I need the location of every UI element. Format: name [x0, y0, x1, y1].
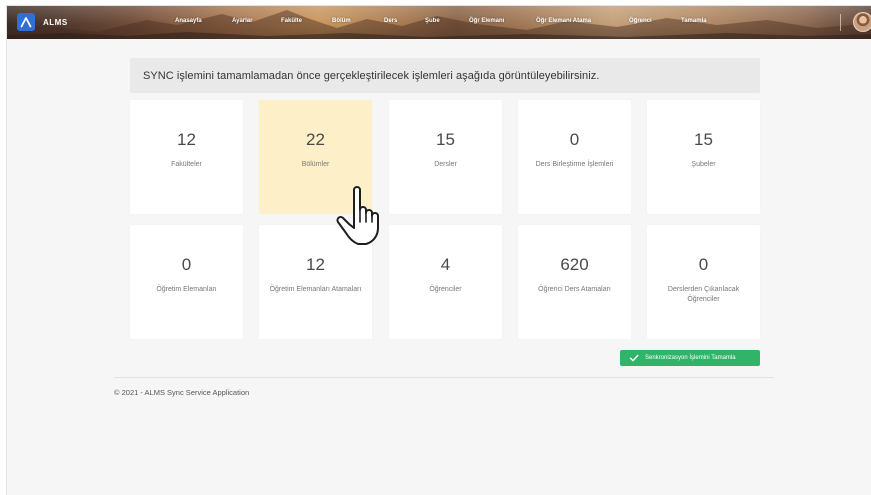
alms-logo-icon [17, 13, 35, 31]
stat-value: 15 [694, 130, 713, 149]
stat-label: Öğretim Elemanları [156, 286, 217, 293]
nav-item-tamamla[interactable]: Tamamla [681, 18, 707, 24]
stat-card-fakulteler[interactable]: 12 Fakülteler [130, 100, 243, 214]
nav-item-ders[interactable]: Ders [384, 18, 397, 24]
stat-card-subeler[interactable]: 15 Şubeler [647, 100, 760, 214]
stat-value: 0 [569, 130, 580, 149]
nav-item-bolum[interactable]: Bölüm [332, 18, 351, 24]
stat-card-ogrenci-ders-atamalari[interactable]: 620 Öğrenci Ders Atamaları [518, 225, 631, 339]
footer-text: © 2021 - ALMS Sync Service Application [114, 388, 250, 397]
stat-label: Bölümler [301, 161, 330, 168]
footer-divider [114, 377, 774, 378]
nav-item-ogr-elemani[interactable]: Öğr Elemanı [469, 18, 504, 24]
stat-value: 620 [560, 255, 589, 274]
stat-label: Öğretim Elemanları Atamaları [269, 286, 362, 293]
stat-label: Şubeler [691, 161, 716, 168]
complete-sync-label: Senkronizasyon İşlemini Tamamla [645, 355, 736, 361]
check-icon [629, 354, 639, 362]
stat-card-ogretim-elemanlari[interactable]: 0 Öğretim Elemanları [130, 225, 243, 339]
info-banner-text: SYNC işlemini tamamlamadan önce gerçekle… [143, 69, 600, 82]
navbar: ALMS Anasayfa Ayarlar Fakülte Bölüm Ders… [7, 6, 871, 39]
complete-sync-button[interactable]: Senkronizasyon İşlemini Tamamla [620, 350, 760, 366]
nav-divider [840, 14, 841, 31]
brand-name: ALMS [43, 17, 68, 27]
stat-value: 12 [306, 255, 325, 274]
avatar[interactable] [853, 12, 871, 32]
nav-item-anasayfa[interactable]: Anasayfa [175, 18, 202, 24]
stat-label: Dersler [434, 161, 457, 168]
stat-value: 4 [440, 255, 451, 274]
stat-card-dersler[interactable]: 15 Dersler [389, 100, 502, 214]
nav-item-fakulte[interactable]: Fakülte [281, 18, 302, 24]
stat-value: 22 [306, 130, 325, 149]
hand-pointer-icon [336, 186, 379, 245]
stat-value: 0 [181, 255, 192, 274]
stat-label: Ders Birleştirme İşlemleri [535, 161, 614, 168]
stat-value: 0 [698, 255, 709, 274]
stat-label: Fakülteler [171, 161, 202, 168]
stat-value: 12 [177, 130, 196, 149]
app-window: ALMS Anasayfa Ayarlar Fakülte Bölüm Ders… [6, 5, 871, 495]
brand[interactable]: ALMS [17, 13, 68, 31]
stat-card-derslerden-cikarilacak[interactable]: 0 Derslerden Çıkarılacak Öğrenciler [647, 225, 760, 339]
nav-item-ayarlar[interactable]: Ayarlar [232, 18, 252, 24]
stat-label: Öğrenci Ders Atamaları [538, 286, 611, 293]
nav-item-ogrenci[interactable]: Öğrenci [629, 18, 652, 24]
stat-card-ogrenciler[interactable]: 4 Öğrenciler [389, 225, 502, 339]
info-banner: SYNC işlemini tamamlamadan önce gerçekle… [130, 58, 760, 93]
stat-card-ders-birlestirme[interactable]: 0 Ders Birleştirme İşlemleri [518, 100, 631, 214]
nav-item-sube[interactable]: Şube [425, 18, 440, 24]
stat-value: 15 [436, 130, 455, 149]
nav-item-ogr-elemani-atama[interactable]: Öğr Elemanı Atama [536, 18, 591, 24]
stat-label: Derslerden Çıkarılacak Öğrenciler [667, 286, 740, 303]
stat-label: Öğrenciler [429, 286, 462, 293]
